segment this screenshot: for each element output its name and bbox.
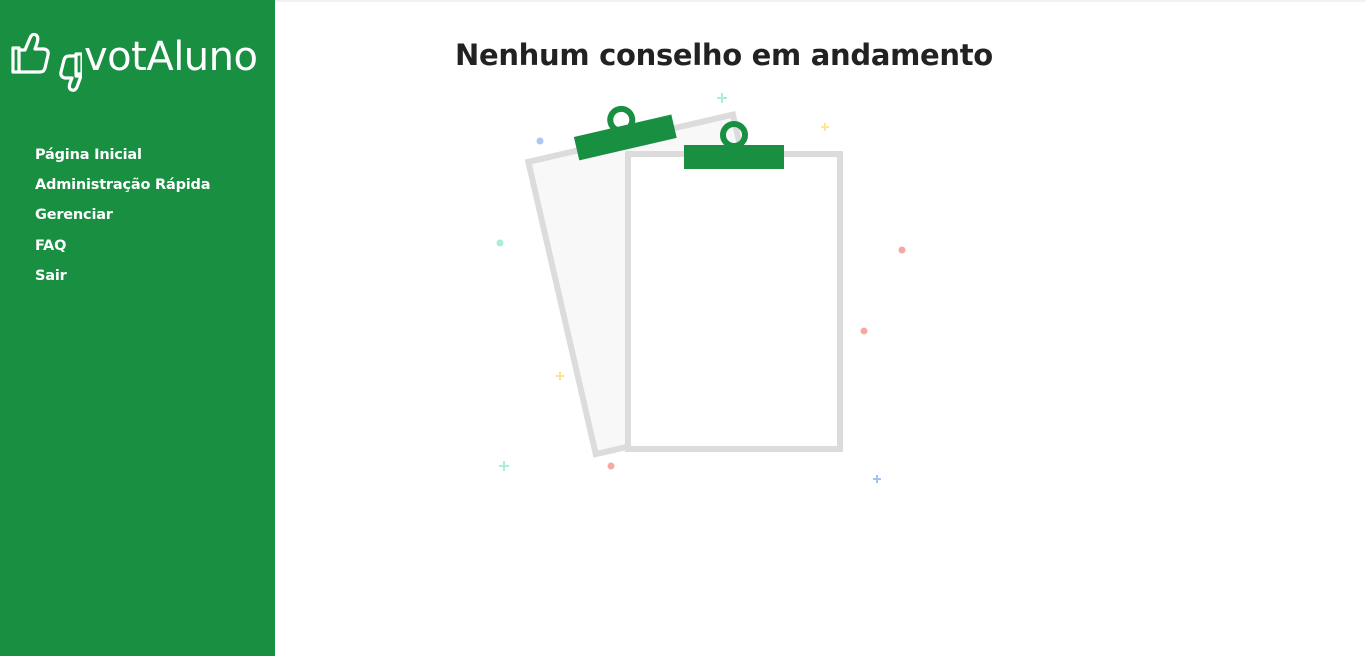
sidebar: votAluno Página Inicial Administração Rá… xyxy=(0,0,275,656)
front-clipboard xyxy=(625,121,843,452)
sidebar-link-faq[interactable]: FAQ xyxy=(35,238,66,254)
thumbs-up-down-icon xyxy=(11,32,82,92)
sidebar-item-manage: Gerenciar xyxy=(35,203,210,233)
sidebar-link-quick-admin[interactable]: Administração Rápida xyxy=(35,177,211,193)
empty-clipboards-illustration xyxy=(496,93,906,483)
sidebar-item-logout: Sair xyxy=(35,264,210,294)
page-title: Nenhum conselho em andamento xyxy=(455,38,993,72)
sidebar-link-home[interactable]: Página Inicial xyxy=(35,147,142,163)
sidebar-link-logout[interactable]: Sair xyxy=(35,268,67,284)
logo[interactable]: votAluno xyxy=(10,30,260,92)
app-window: votAluno Página Inicial Administração Rá… xyxy=(0,0,1366,656)
logo-text: votAluno xyxy=(84,34,258,80)
sidebar-link-manage[interactable]: Gerenciar xyxy=(35,207,113,223)
sidebar-item-faq: FAQ xyxy=(35,234,210,264)
sidebar-item-home: Página Inicial xyxy=(35,143,210,173)
sidebar-item-quick-admin: Administração Rápida xyxy=(35,173,211,203)
sidebar-nav: Página Inicial Administração Rápida Gere… xyxy=(35,143,211,294)
